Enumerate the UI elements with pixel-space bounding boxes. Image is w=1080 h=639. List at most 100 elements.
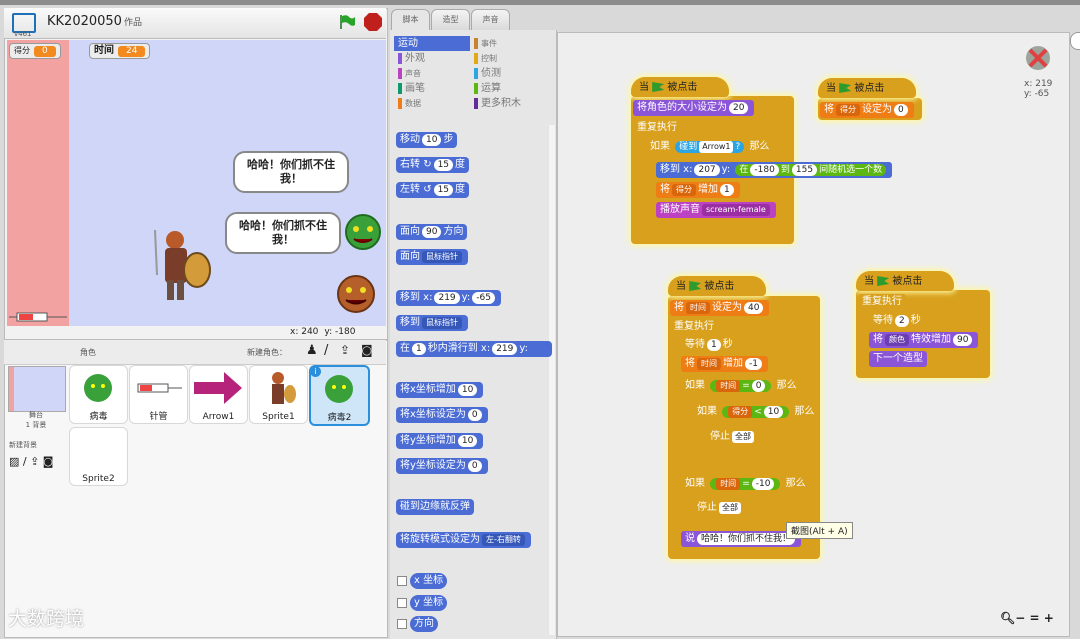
block-dropdown[interactable]: 得分 xyxy=(836,104,860,116)
score-monitor[interactable]: 得分 0 xyxy=(9,43,61,59)
block-input[interactable]: -10 xyxy=(751,478,775,490)
block-point-direction[interactable]: 面向 90 方向 xyxy=(396,224,468,240)
hat-flag-1[interactable]: 当 被点击 xyxy=(631,77,729,97)
block-input[interactable]: 219 xyxy=(434,292,460,304)
checkbox-x-position[interactable] xyxy=(397,576,407,586)
info-icon[interactable]: i xyxy=(310,366,321,377)
block-turn-right[interactable]: 右转 ↻ 15 度 xyxy=(396,157,470,173)
block-glide[interactable]: 在 1 秒内滑行到 x: 219 y: xyxy=(396,341,552,357)
block-forever-2[interactable]: 重复执行 xyxy=(670,319,718,335)
reporter-direction[interactable]: 方向 xyxy=(410,616,438,632)
sprite-tile-sprite2[interactable]: Sprite2 xyxy=(69,427,128,486)
block-input[interactable]: 219 xyxy=(492,343,518,355)
block-change-time[interactable]: 将时间 增加 -1 xyxy=(681,356,768,372)
block-change-y[interactable]: 将y坐标增加 10 xyxy=(396,433,484,449)
block-input[interactable]: 1 xyxy=(720,184,734,196)
block-turn-left[interactable]: 左转 ↺ 15 度 xyxy=(396,182,470,198)
reporter-x-position[interactable]: x 坐标 xyxy=(410,573,448,589)
script-3[interactable] xyxy=(668,296,820,559)
block-set-x[interactable]: 将x坐标设定为 0 xyxy=(396,407,488,423)
block-say[interactable]: 说哈哈！你们抓不住我！ xyxy=(681,531,802,547)
collapse-handle[interactable] xyxy=(1070,32,1080,50)
stage-thumbnail[interactable] xyxy=(8,366,66,412)
block-input[interactable]: 1 xyxy=(707,339,721,351)
time-monitor[interactable]: 时间 24 xyxy=(89,43,151,59)
block-dropdown[interactable]: 左-右翻转 xyxy=(482,534,525,546)
tab-costumes[interactable]: 造型 xyxy=(431,9,470,30)
block-input[interactable]: -180 xyxy=(750,164,779,176)
block-if[interactable]: 如果 碰到 Arrow1? 那么 xyxy=(646,139,774,155)
zoom-reset-icon[interactable]: = xyxy=(1029,611,1039,625)
block-if-score-lt[interactable]: 如果 得分 <10 那么 xyxy=(693,404,819,420)
category-operators[interactable]: 运算 xyxy=(470,81,546,96)
block-dropdown[interactable]: 颜色 xyxy=(885,334,909,346)
block-change-score[interactable]: 将得分 增加 1 xyxy=(656,182,740,198)
category-sound[interactable]: 声音 xyxy=(394,66,470,81)
block-dropdown[interactable]: 全部 xyxy=(719,502,741,514)
block-point-towards[interactable]: 面向 鼠标指针 xyxy=(396,249,468,265)
block-dropdown[interactable]: 得分 xyxy=(728,406,753,418)
category-pen[interactable]: 画笔 xyxy=(394,81,470,96)
block-if-time-zero[interactable]: 如果 时间 = 0 那么 xyxy=(681,378,801,394)
stage-canvas[interactable]: 得分 0 时间 24 哈哈！你们抓不住我！ 哈哈！你们抓不住我！ xyxy=(7,40,386,326)
tab-scripts[interactable]: 脚本 xyxy=(391,9,430,30)
block-dropdown[interactable]: 得分 xyxy=(672,184,696,196)
block-input[interactable]: 40 xyxy=(744,302,764,314)
block-forever[interactable]: 重复执行 xyxy=(633,120,681,136)
block-input[interactable]: 2 xyxy=(895,315,909,327)
category-data[interactable]: 数据 xyxy=(394,96,470,111)
random-operator[interactable]: 在 -180 到 155 间随机选一个数 xyxy=(735,164,887,176)
block-dropdown[interactable]: 全部 xyxy=(732,431,754,443)
block-play-sound[interactable]: 播放声音 scream-female xyxy=(656,202,776,218)
sprite-tile-virus[interactable]: 病毒 xyxy=(69,365,128,424)
equals-operator[interactable]: 时间 = 0 xyxy=(710,380,772,392)
block-input[interactable]: 10 xyxy=(763,406,784,418)
block-input[interactable]: 0 xyxy=(751,380,766,392)
stop-sign-icon[interactable] xyxy=(364,13,382,31)
hat-flag-2[interactable]: 当 被点击 xyxy=(818,78,916,98)
sprite-tile-virus2-selected[interactable]: i 病毒2 xyxy=(309,365,370,426)
block-set-y[interactable]: 将y坐标设定为 0 xyxy=(396,458,488,474)
upload-icon[interactable]: ⇪ xyxy=(340,343,350,357)
block-set-size[interactable]: 将角色的大小设定为 20 xyxy=(633,100,755,116)
block-change-x[interactable]: 将x坐标增加 10 xyxy=(396,382,484,398)
block-dropdown[interactable]: 鼠标指针 xyxy=(422,251,462,263)
reporter-y-position[interactable]: y 坐标 xyxy=(410,595,448,611)
block-change-effect[interactable]: 将颜色 特效增加 90 xyxy=(869,332,979,348)
block-input[interactable]: -65 xyxy=(472,292,495,304)
checkbox-direction[interactable] xyxy=(397,619,407,629)
green-flag-icon[interactable] xyxy=(339,14,355,30)
syringe-sprite[interactable] xyxy=(9,311,69,323)
block-input[interactable]: 15 xyxy=(433,159,454,171)
category-motion[interactable]: 运动 xyxy=(394,36,470,51)
block-input[interactable]: 90 xyxy=(422,226,442,238)
block-next-costume[interactable]: 下一个造型 xyxy=(869,351,927,367)
block-dropdown[interactable]: 鼠标指针 xyxy=(422,317,462,329)
hat-flag-4[interactable]: 当 被点击 xyxy=(856,271,954,291)
zoom-out-icon[interactable]: 🔍︎− xyxy=(1000,611,1025,625)
virus-sprite-green[interactable] xyxy=(341,210,385,254)
category-sensing[interactable]: 侦测 xyxy=(470,66,546,81)
block-wait-1[interactable]: 等待 1 秒 xyxy=(681,337,737,353)
palette-scrollbar[interactable] xyxy=(549,125,555,635)
block-input[interactable]: 207 xyxy=(694,164,720,176)
block-input[interactable]: 20 xyxy=(729,102,749,114)
block-goto-random[interactable]: 移到 x: 207 y: 在 -180 到 155 间随机选一个数 xyxy=(656,162,893,178)
tab-sounds[interactable]: 声音 xyxy=(471,9,510,30)
sprite-library-icon[interactable]: ♟ xyxy=(306,343,318,358)
block-input[interactable]: 10 xyxy=(422,134,442,146)
sprite-tile-syringe[interactable]: 针管 xyxy=(129,365,188,424)
block-input[interactable]: 0 xyxy=(894,104,908,116)
block-input[interactable]: 155 xyxy=(791,164,818,176)
block-input[interactable]: 0 xyxy=(467,409,482,421)
hat-flag-3[interactable]: 当 被点击 xyxy=(668,276,766,296)
block-stop-all-1[interactable]: 停止 全部 xyxy=(706,429,760,445)
knight-sprite[interactable] xyxy=(147,220,212,305)
block-dropdown[interactable]: scream-female xyxy=(702,204,770,216)
paint-brush-icon[interactable]: / xyxy=(324,343,328,358)
block-input[interactable]: 10 xyxy=(457,384,478,396)
block-goto[interactable]: 移到 鼠标指针 xyxy=(396,315,468,331)
block-dropdown[interactable]: 时间 xyxy=(686,302,710,314)
block-stop-all-2[interactable]: 停止 全部 xyxy=(693,500,747,516)
block-set-score[interactable]: 将得分 设定为 0 xyxy=(820,102,914,118)
